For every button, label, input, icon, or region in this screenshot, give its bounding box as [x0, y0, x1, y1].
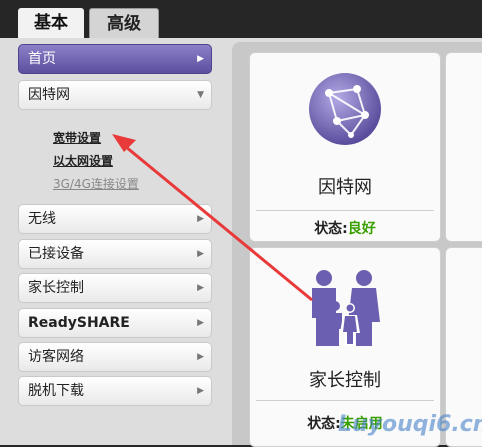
annotation-arrow [112, 134, 313, 302]
watermark: Luyouqi6.cn [338, 412, 482, 437]
